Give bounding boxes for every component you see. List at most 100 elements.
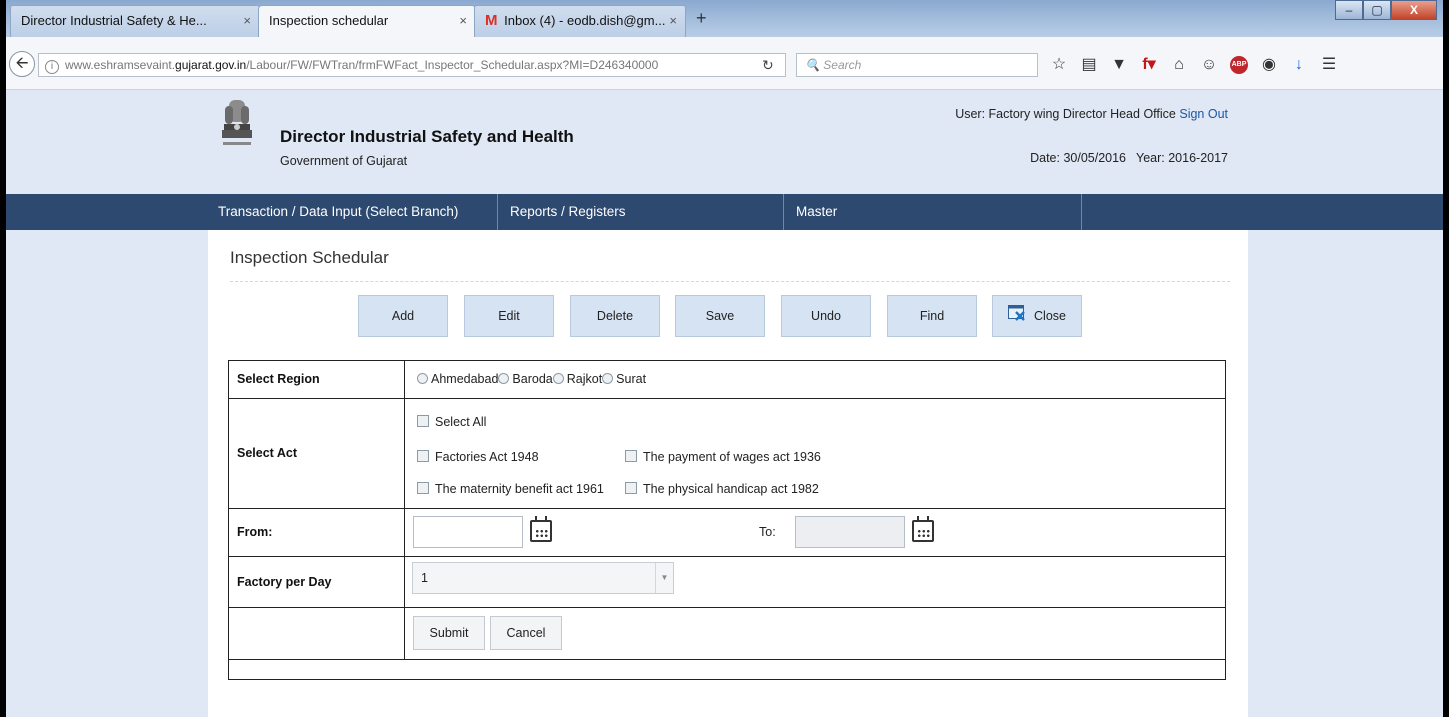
url-path: /Labour/FW/FWTran/frmFWFact_Inspector_Sc… [246,58,659,72]
window-controls: – ▢ X [1335,0,1437,22]
checkbox-label: The maternity benefit act 1961 [435,482,604,496]
url-host: gujarat.gov.in [175,58,247,72]
radio-label: Ahmedabad [431,372,499,386]
radio-ahmedabad[interactable]: Ahmedabad [417,372,498,386]
checkbox-payment-wages-act[interactable]: The payment of wages act 1936 [625,450,821,464]
url-prefix: www.eshramsevaint. [65,58,176,72]
tab-label: Inspection schedular [269,13,389,28]
tab-director-safety[interactable]: Director Industrial Safety & He... × [10,5,260,37]
edit-button[interactable]: Edit [464,295,554,337]
checkbox[interactable] [625,482,637,494]
select-value: 1 [421,571,428,585]
close-window-button[interactable]: X [1391,0,1437,20]
act-options: Select All Factories Act 1948 The paymen… [406,399,1225,508]
tab-inspection-schedular[interactable]: Inspection schedular × [258,5,476,37]
date-year-info: Date: 30/05/2016 Year: 2016-2017 [1030,151,1228,165]
tab-label: Director Industrial Safety & He... [21,13,207,28]
new-tab-button[interactable]: + [696,8,707,29]
sign-out-link[interactable]: Sign Out [1179,107,1228,121]
search-placeholder: Search [823,58,862,72]
checkbox[interactable] [417,482,429,494]
action-buttons: Submit Cancel [406,608,1225,659]
submit-button[interactable]: Submit [413,616,485,650]
close-window-icon [1008,304,1025,321]
menu-hamburger-icon[interactable]: ☰ [1320,53,1338,77]
year-text: Year: 2016-2017 [1136,151,1228,165]
home-icon[interactable]: ⌂ [1170,53,1188,77]
checkbox-label: The payment of wages act 1936 [643,450,821,464]
cancel-button[interactable]: Cancel [490,616,562,650]
tab-close-icon[interactable]: × [459,6,467,36]
checkbox-factories-act[interactable]: Factories Act 1948 [417,450,539,464]
minimize-button[interactable]: – [1335,0,1363,20]
menu-master[interactable]: Master [784,194,1082,230]
adblock-icon[interactable]: ABP [1230,56,1248,74]
toolbar-icons: ☆ ▤ ▼ f▾ ⌂ ☺ ABP ◉ ↓ ☰ [1050,53,1338,77]
radio-surat[interactable]: Surat [602,372,646,386]
checkbox-maternity-act[interactable]: The maternity benefit act 1961 [417,482,604,496]
region-row: Select Region Ahmedabad Baroda Rajkot Surat [229,361,1225,399]
to-date-input[interactable] [795,516,905,548]
factory-per-day-field: 1 ▼ [406,557,1225,607]
download-icon[interactable]: ↓ [1290,53,1308,77]
hello-chat-icon[interactable]: ☺ [1200,53,1218,77]
menu-reports[interactable]: Reports / Registers [498,194,784,230]
user-info: User: Factory wing Director Head Office … [955,107,1228,121]
url-bar[interactable]: i www.eshramsevaint.gujarat.gov.in/Labour… [38,53,786,77]
user-name: User: Factory wing Director Head Office [955,107,1176,121]
undo-button[interactable]: Undo [781,295,871,337]
radio-label: Rajkot [566,372,603,386]
save-button[interactable]: Save [675,295,765,337]
reload-icon[interactable]: ↻ [762,53,774,77]
content-panel: Inspection Schedular Add Edit Delete Sav… [208,230,1248,717]
reading-list-icon[interactable]: ▤ [1080,53,1098,77]
web-page: Director Industrial Safety and Health Go… [6,90,1443,717]
act-label: Select Act [229,399,405,508]
checkbox-select-all[interactable]: Select All [417,415,486,429]
from-calendar-icon[interactable] [530,516,552,542]
region-label: Select Region [229,361,405,398]
checkbox[interactable] [417,415,429,427]
date-text: Date: 30/05/2016 [1030,151,1127,165]
close-label: Close [1034,309,1066,323]
back-arrow-icon[interactable]: 🡨 [9,51,35,77]
checkbox-handicap-act[interactable]: The physical handicap act 1982 [625,482,819,496]
tab-close-icon[interactable]: × [669,6,677,36]
radio-button[interactable] [602,373,614,384]
pocket-icon[interactable]: ▼ [1110,53,1128,77]
checkbox[interactable] [417,450,429,462]
browser-search-input[interactable]: 🔍 Search [796,53,1038,77]
action-row: Submit Cancel [229,608,1225,660]
radio-button[interactable] [498,373,510,384]
region-options: Ahmedabad Baroda Rajkot Surat [406,361,1225,398]
checkbox-label: Factories Act 1948 [435,450,539,464]
checkbox[interactable] [625,450,637,462]
factory-per-day-select[interactable]: 1 ▼ [412,562,674,594]
gmail-icon: M [485,12,498,29]
radio-baroda[interactable]: Baroda [498,372,553,386]
to-calendar-icon[interactable] [912,516,934,542]
radio-rajkot[interactable]: Rajkot [552,372,603,386]
radio-button[interactable] [417,373,428,384]
site-header: Director Industrial Safety and Health Go… [6,90,1443,194]
color-wheel-icon[interactable]: ◉ [1260,53,1278,77]
tab-gmail-inbox[interactable]: M Inbox (4) - eodb.dish@gm... × [474,5,686,37]
state-emblem-icon [222,100,252,145]
factory-per-day-label: Factory per Day [229,557,405,607]
flash-icon[interactable]: f▾ [1140,53,1158,77]
bookmark-star-icon[interactable]: ☆ [1050,53,1068,77]
from-date-input[interactable] [413,516,523,548]
radio-button[interactable] [552,373,564,384]
tab-close-icon[interactable]: × [243,6,251,36]
empty-label-cell [229,608,405,659]
menu-transaction[interactable]: Transaction / Data Input (Select Branch) [206,194,498,230]
info-icon[interactable]: i [45,60,59,74]
tab-bar: Director Industrial Safety & He... × Ins… [6,0,1443,37]
maximize-button[interactable]: ▢ [1363,0,1391,20]
add-button[interactable]: Add [358,295,448,337]
close-button[interactable]: Close [992,295,1082,337]
delete-button[interactable]: Delete [570,295,660,337]
find-button[interactable]: Find [887,295,977,337]
navigation-bar: 🡨 i www.eshramsevaint.gujarat.gov.in/Labo… [6,37,1443,90]
chevron-down-icon[interactable]: ▼ [655,563,673,593]
